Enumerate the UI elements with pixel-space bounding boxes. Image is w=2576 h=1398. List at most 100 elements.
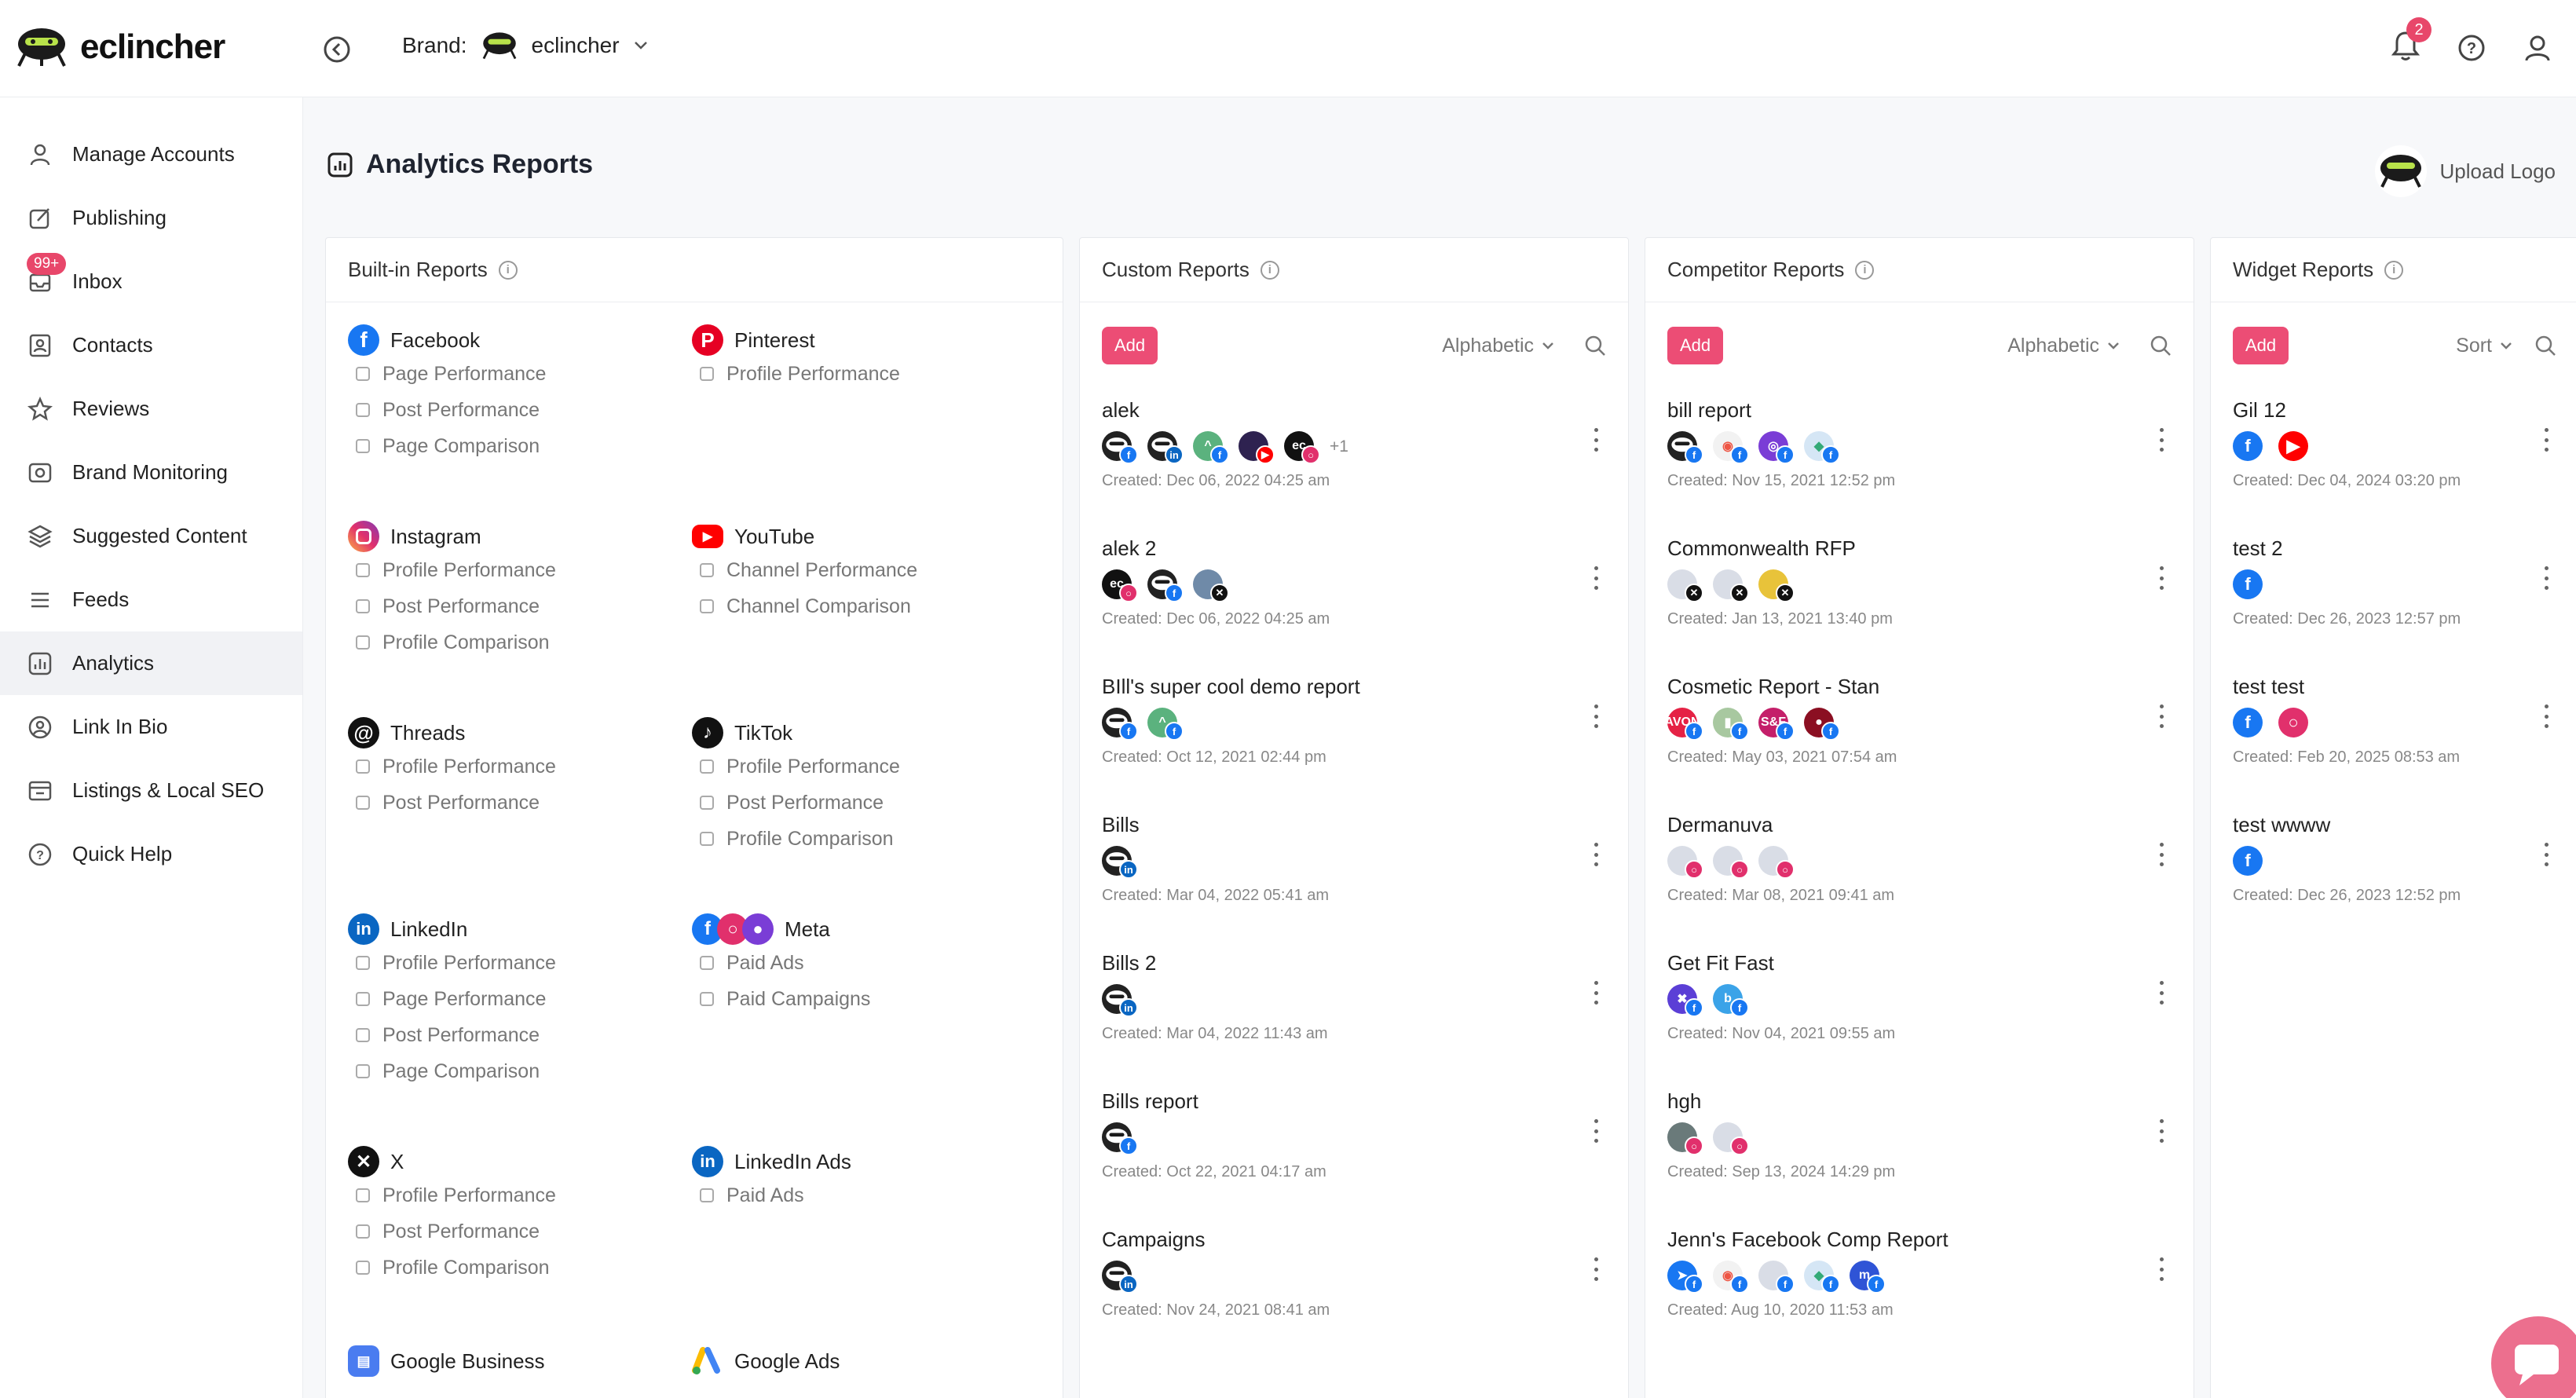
sidebar-item-manage-accounts[interactable]: Manage Accounts [0,123,302,186]
builtin-report-link[interactable]: Paid Ads [692,945,1006,981]
builtin-report-link[interactable]: Page Comparison [348,428,662,464]
info-icon[interactable]: i [1855,261,1874,280]
report-item[interactable]: Gil 12 f▶ Created: Dec 04, 2024 03:20 pm [2233,398,2556,543]
add-widget-report-button[interactable]: Add [2233,327,2289,364]
builtin-report-link[interactable]: Profile Performance [692,356,1006,392]
report-item[interactable]: test wwww f Created: Dec 26, 2023 12:52 … [2233,813,2556,957]
report-item[interactable]: Campaigns in Created: Nov 24, 2021 08:41… [1102,1228,1606,1372]
builtin-reports-header: Built-in Reports i [326,238,1063,302]
linkedin-icon: in [1119,860,1138,879]
report-item[interactable]: Bills report f Created: Oct 22, 2021 04:… [1102,1089,1606,1234]
more-options-icon[interactable] [1592,566,1600,590]
report-item[interactable]: hgh ○ ○ Created: Sep 13, 2024 14:29 pm [1667,1089,2172,1234]
report-item[interactable]: Dermanuva ○ ○ ○ Created: Mar 08, 2021 09… [1667,813,2172,957]
builtin-report-link[interactable]: Page Comparison [348,1053,662,1089]
report-item[interactable]: Commonwealth RFP ✕ ✕ ✕ Created: Jan 13, … [1667,536,2172,681]
builtin-report-link[interactable]: Post Performance [348,1017,662,1053]
builtin-report-link[interactable]: Profile Performance [348,945,662,981]
more-options-icon[interactable] [1592,1119,1600,1143]
report-item[interactable]: test test f○ Created: Feb 20, 2025 08:53… [2233,675,2556,819]
search-icon[interactable] [2150,335,2172,357]
report-item[interactable]: BIll's super cool demo report f ^ f Crea… [1102,675,1606,819]
help-icon[interactable]: ? [2457,33,2486,63]
report-item[interactable]: Cosmetic Report - Stan AVON f ▮ f S&F f … [1667,675,2172,819]
sidebar-item-contacts[interactable]: Contacts [0,313,302,377]
builtin-report-link[interactable]: Profile Performance [348,748,662,785]
add-custom-report-button[interactable]: Add [1102,327,1158,364]
sidebar-item-publishing[interactable]: Publishing [0,186,302,250]
more-options-icon[interactable] [2542,566,2550,590]
report-item[interactable]: test 2 f Created: Dec 26, 2023 12:57 pm [2233,536,2556,681]
more-options-icon[interactable] [1592,1257,1600,1281]
builtin-report-link[interactable]: Channel Comparison [692,588,1006,624]
facebook-icon: f [1730,1275,1749,1294]
sidebar-item-feeds[interactable]: Feeds [0,568,302,631]
more-options-icon[interactable] [1592,981,1600,1005]
builtin-report-link[interactable]: Profile Performance [348,552,662,588]
notifications-button[interactable]: 2 [2391,30,2420,65]
more-options-icon[interactable] [2157,843,2165,866]
builtin-report-link[interactable]: Page Performance [348,981,662,1017]
sort-dropdown[interactable]: Sort [2456,335,2512,357]
more-options-icon[interactable] [2157,566,2165,590]
app-logo[interactable]: eclincher [16,27,225,68]
builtin-report-link[interactable]: Profile Performance [692,748,1006,785]
report-item[interactable]: alek 2 ec ○ f ✕ Created: Dec 06, 2022 04… [1102,536,1606,681]
more-options-icon[interactable] [2157,981,2165,1005]
report-item[interactable]: Bills 2 in Created: Mar 04, 2022 11:43 a… [1102,951,1606,1096]
facebook-icon: f [1730,998,1749,1017]
builtin-report-link[interactable]: Channel Performance [692,552,1006,588]
builtin-report-link[interactable]: Profile Comparison [348,624,662,661]
builtin-report-link[interactable]: Page Performance [348,356,662,392]
more-options-icon[interactable] [1592,843,1600,866]
sidebar-item-suggested-content[interactable]: Suggested Content [0,504,302,568]
report-item[interactable]: bill report f ◉ f ◎ f ◆ f Created: Nov 1… [1667,398,2172,543]
report-item[interactable]: alek f in ^ f ▶ ec ○ +1 Created: Dec 06,… [1102,398,1606,543]
more-options-icon[interactable] [2157,428,2165,452]
more-options-icon[interactable] [2542,428,2550,452]
sidebar-item-reviews[interactable]: Reviews [0,377,302,441]
chat-widget-button[interactable] [2491,1316,2576,1398]
info-icon[interactable]: i [499,261,518,280]
builtin-reports-title: Built-in Reports [348,258,488,282]
more-options-icon[interactable] [2542,704,2550,728]
builtin-report-link[interactable]: Profile Performance [348,1177,662,1213]
sidebar-item-analytics[interactable]: Analytics [0,631,302,695]
upload-logo-button[interactable]: Upload Logo [2374,145,2556,198]
back-arrow-icon[interactable] [322,35,352,64]
builtin-report-link[interactable]: Post Performance [348,392,662,428]
more-options-icon[interactable] [2157,704,2165,728]
builtin-report-link[interactable]: Profile Comparison [348,1250,662,1286]
info-icon[interactable]: i [1261,261,1279,280]
sidebar-item-quick-help[interactable]: ? Quick Help [0,822,302,886]
builtin-report-link[interactable]: Post Performance [692,785,1006,821]
builtin-report-link[interactable]: Profile Comparison [692,821,1006,857]
info-icon[interactable]: i [2384,261,2403,280]
more-options-icon[interactable] [2157,1119,2165,1143]
sidebar-item-brand-monitoring[interactable]: Brand Monitoring [0,441,302,504]
builtin-report-link[interactable]: Post Performance [348,1213,662,1250]
sidebar-item-link-in-bio[interactable]: Link In Bio [0,695,302,759]
report-item[interactable]: Jenn's Facebook Comp Report ➤ f ◉ f f ◆ … [1667,1228,2172,1372]
builtin-report-link[interactable]: Post Performance [348,588,662,624]
sort-dropdown[interactable]: Alphabetic [2007,335,2120,357]
builtin-report-link[interactable]: Post Performance [348,785,662,821]
builtin-report-label: Post Performance [726,792,884,814]
more-options-icon[interactable] [1592,428,1600,452]
add-competitor-report-button[interactable]: Add [1667,327,1723,364]
builtin-report-link[interactable]: Paid Ads [692,1177,1006,1213]
brand-selector[interactable]: Brand: eclincher [402,31,648,60]
more-options-icon[interactable] [2157,1257,2165,1281]
sidebar-item-inbox[interactable]: Inbox 99+ [0,250,302,313]
sort-dropdown[interactable]: Alphabetic [1442,335,1554,357]
search-icon[interactable] [2534,335,2556,357]
report-item[interactable]: Bills in Created: Mar 04, 2022 05:41 am [1102,813,1606,957]
sidebar-item-listings-local-seo[interactable]: Listings & Local SEO [0,759,302,822]
user-profile-icon[interactable] [2523,33,2552,63]
more-options-icon[interactable] [2542,843,2550,866]
search-icon[interactable] [1584,335,1606,357]
report-item[interactable]: Get Fit Fast ✖ f b f Created: Nov 04, 20… [1667,951,2172,1096]
more-options-icon[interactable] [1592,704,1600,728]
builtin-report-link[interactable]: Paid Campaigns [692,981,1006,1017]
account-avatar: ^ f [1193,431,1228,463]
